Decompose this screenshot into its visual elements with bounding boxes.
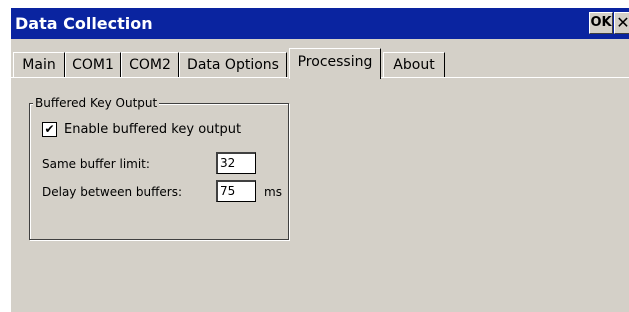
tab-com1[interactable]: COM1: [65, 52, 121, 78]
tab-panel-edge-left: [11, 77, 288, 78]
tab-about[interactable]: About: [383, 52, 445, 78]
same-buffer-limit-label: Same buffer limit:: [42, 157, 150, 171]
tab-strip: Main COM1 COM2 Data Options Processing A…: [11, 48, 629, 79]
delay-between-buffers-input[interactable]: 75: [216, 180, 256, 202]
delay-between-buffers-label: Delay between buffers:: [42, 185, 183, 199]
delay-unit-label: ms: [264, 185, 282, 199]
tab-panel-edge-right: [381, 77, 629, 78]
enable-buffered-key-output-label[interactable]: Enable buffered key output: [64, 121, 241, 138]
checkmark-icon: ✔: [44, 122, 55, 136]
enable-buffered-key-output-checkbox[interactable]: ✔: [42, 122, 57, 137]
ok-button[interactable]: OK: [589, 12, 613, 34]
tab-processing[interactable]: Processing: [289, 48, 381, 79]
window-title: Data Collection: [15, 14, 153, 33]
tab-com2[interactable]: COM2: [121, 52, 179, 78]
buffered-key-output-group: Buffered Key Output ✔ Enable buffered ke…: [29, 95, 289, 240]
title-bar: Data Collection OK ✕: [11, 8, 629, 39]
close-icon: ✕: [616, 13, 629, 32]
dialog-window: Data Collection OK ✕ Main COM1 COM2 Data…: [9, 7, 629, 312]
tab-data-options[interactable]: Data Options: [179, 52, 287, 78]
same-buffer-limit-input[interactable]: 32: [216, 152, 256, 174]
group-title: Buffered Key Output: [33, 95, 160, 111]
close-button[interactable]: ✕: [614, 12, 629, 34]
tab-main[interactable]: Main: [13, 52, 65, 78]
